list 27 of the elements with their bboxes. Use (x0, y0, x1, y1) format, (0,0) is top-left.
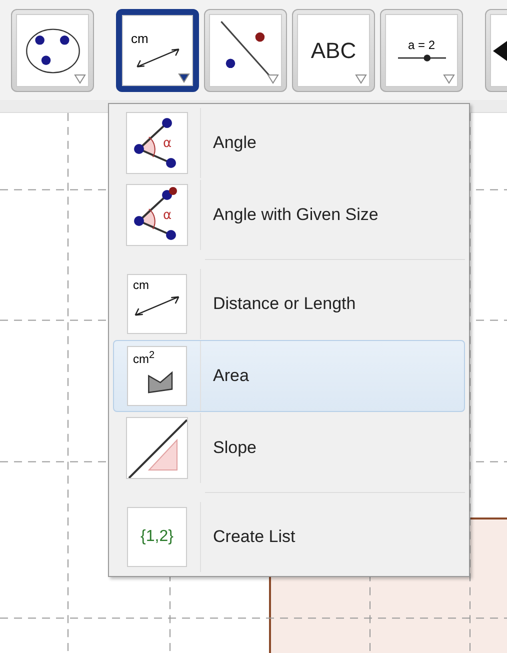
distance-icon: cm (127, 274, 187, 334)
slope-icon (126, 417, 188, 479)
tool-button[interactable]: a = 2 (380, 9, 463, 92)
slider-icon (396, 52, 448, 64)
menu-item[interactable]: α Angle (113, 107, 465, 179)
menu-item[interactable]: cm$^{2}$ Area (113, 340, 465, 412)
tool-button[interactable]: ABC (292, 9, 375, 92)
list-icon: {1,2} (127, 507, 187, 567)
angle-icon: α (126, 112, 188, 174)
dropdown-triangle-icon (355, 74, 367, 84)
tool-button[interactable] (204, 9, 287, 92)
dropdown-triangle-icon (74, 74, 86, 84)
unit-label: cm (131, 31, 148, 46)
area-icon: cm$^{2}$ (127, 346, 187, 406)
tool-button[interactable] (11, 9, 94, 92)
menu-item[interactable]: Slope (113, 412, 465, 484)
move-icon (493, 40, 507, 60)
menu-item[interactable]: {1,2} Create List (113, 501, 465, 573)
slider-label: a = 2 (408, 38, 436, 52)
dropdown-triangle-icon (267, 74, 279, 84)
angle-icon: α (126, 184, 188, 246)
dropdown-triangle-icon (178, 73, 190, 83)
text-tool-label: ABC (310, 38, 356, 64)
dropdown-triangle-icon (443, 74, 455, 84)
menu-item[interactable]: α Angle with Given Size (113, 179, 465, 251)
tool-button[interactable]: cm (116, 9, 199, 92)
menu-item[interactable]: cm Distance or Length (113, 268, 465, 340)
